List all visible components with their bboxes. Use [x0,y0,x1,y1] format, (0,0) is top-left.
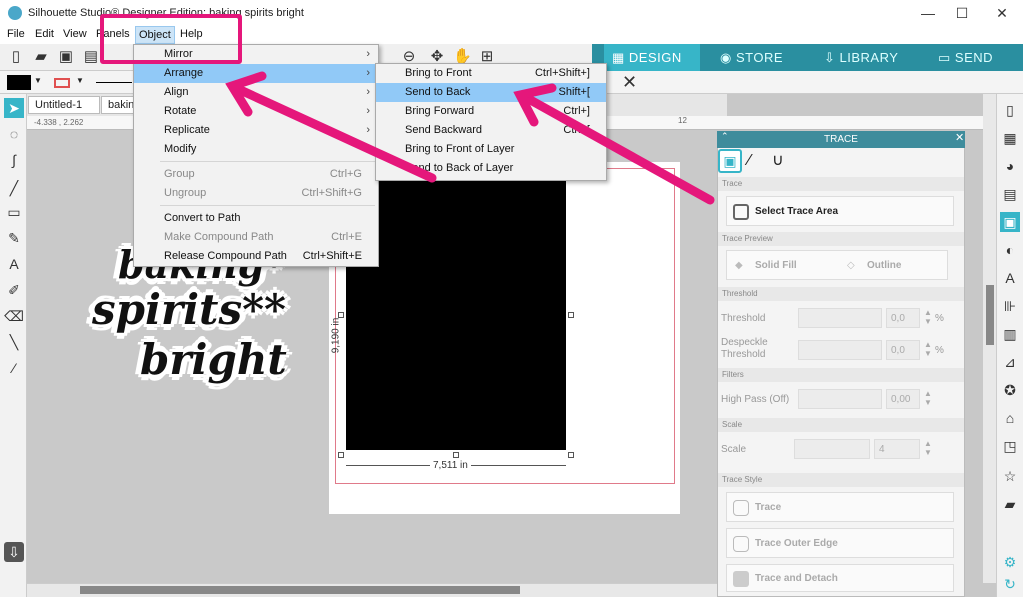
annotation-arrows [225,71,715,205]
